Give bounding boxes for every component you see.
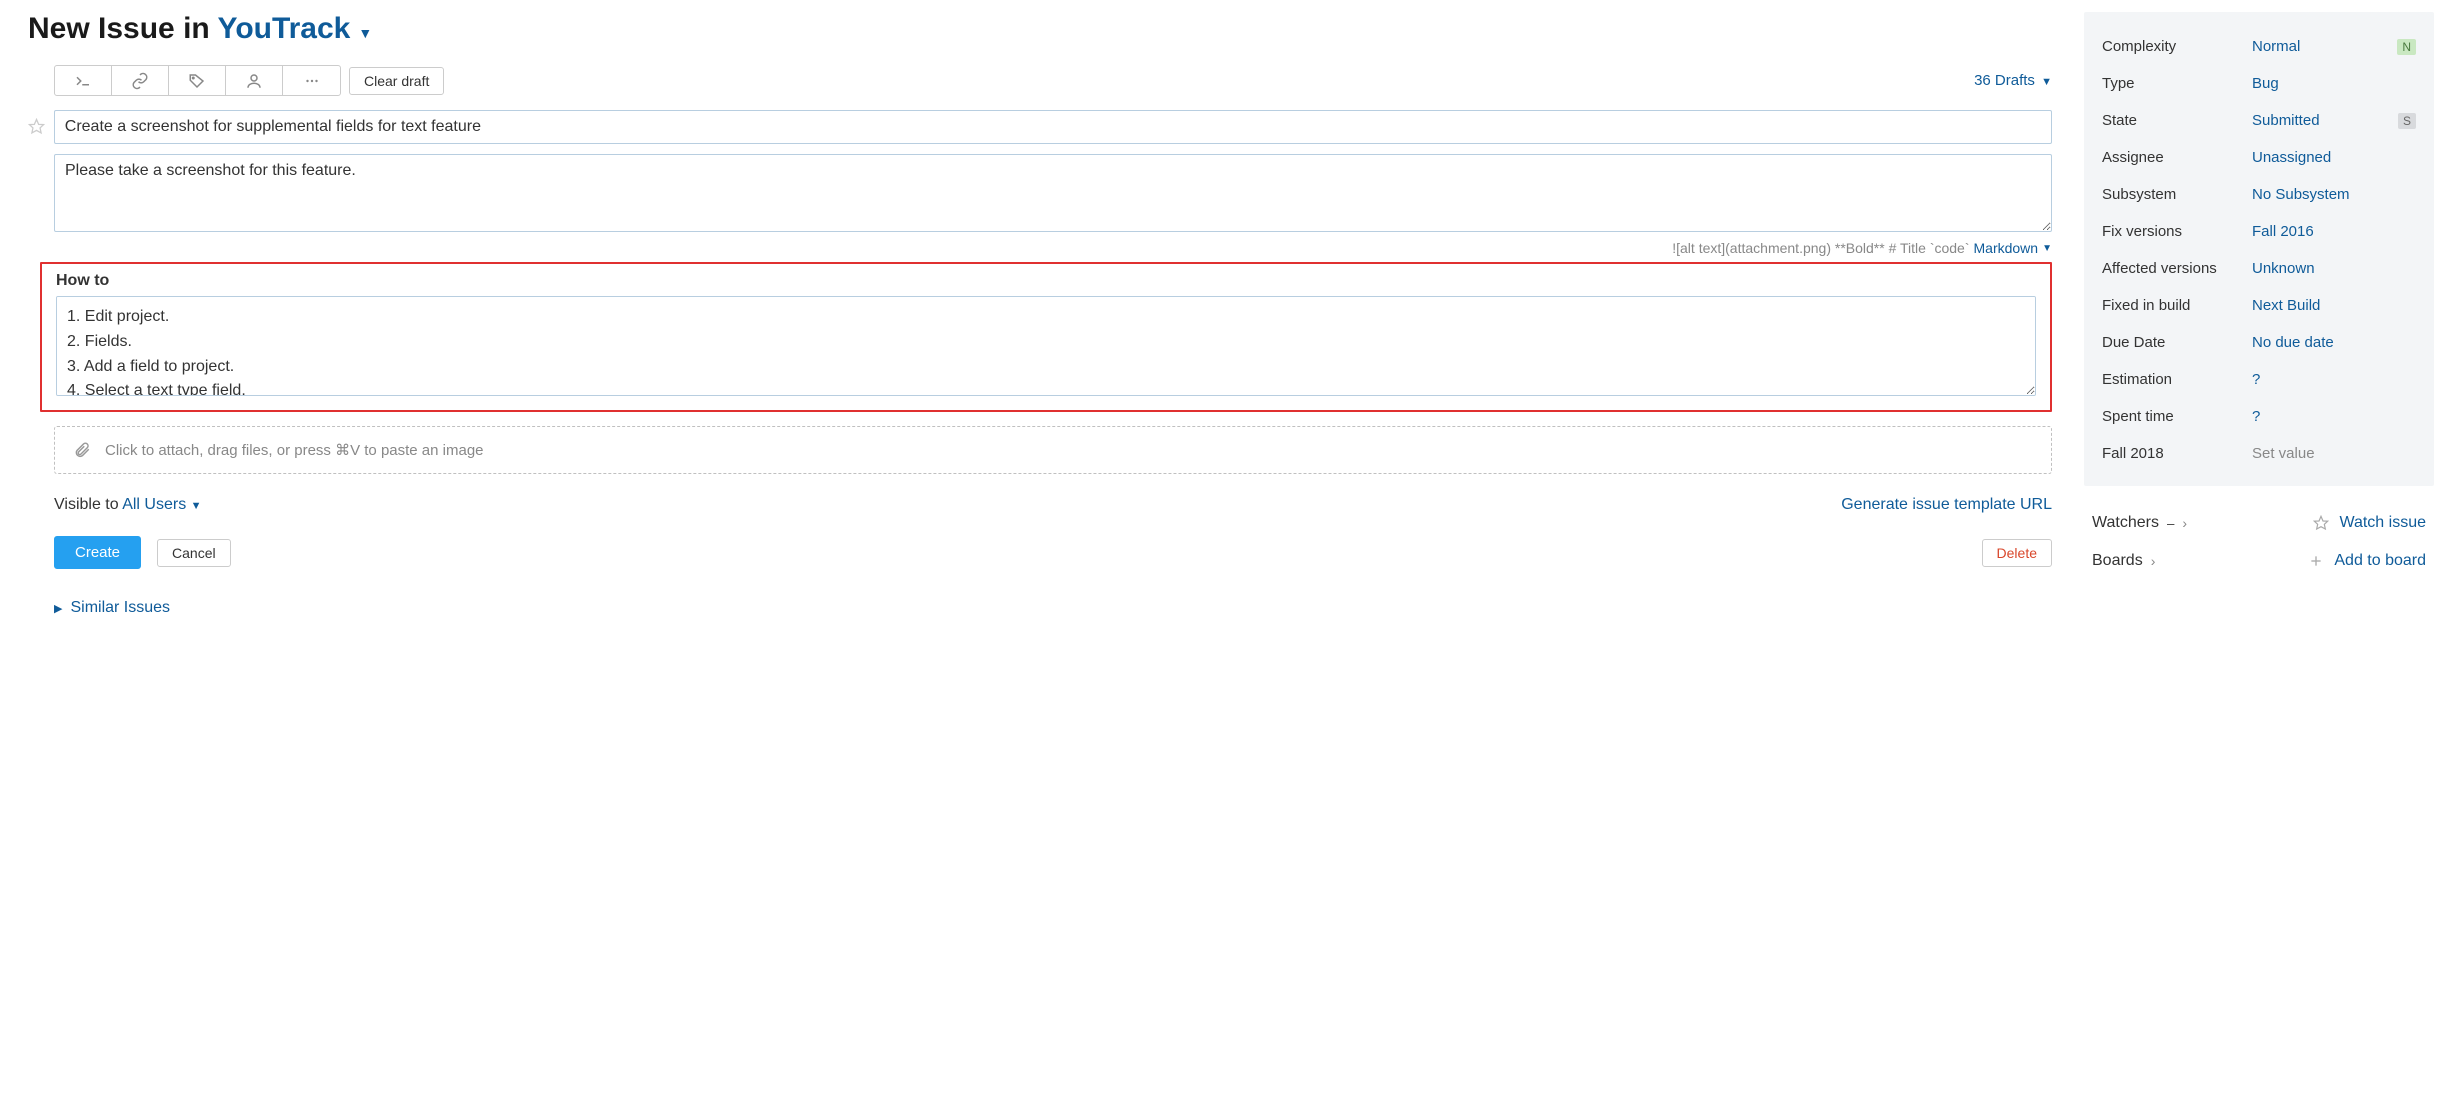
custom-field-row[interactable]: TypeBug [2102, 65, 2416, 102]
project-dropdown-caret[interactable]: ▼ [358, 25, 372, 47]
field-label: Affected versions [2102, 260, 2252, 277]
markdown-hint-row: ![alt text](attachment.png) **Bold** # T… [54, 240, 2052, 256]
field-badge: N [2397, 39, 2416, 55]
field-value[interactable]: Next Build [2252, 297, 2416, 314]
chevron-right-icon: › [2151, 553, 2156, 569]
field-value[interactable]: Unassigned [2252, 149, 2416, 166]
field-badge: S [2398, 113, 2416, 129]
field-label: Complexity [2102, 38, 2252, 55]
custom-field-row[interactable]: Fix versionsFall 2016 [2102, 213, 2416, 250]
field-label: State [2102, 112, 2252, 129]
watchers-label: Watchers [2092, 514, 2159, 532]
chevron-right-icon: › [2182, 515, 2187, 531]
field-value[interactable]: Fall 2016 [2252, 223, 2416, 240]
field-label: Spent time [2102, 408, 2252, 425]
watchers-count: – [2167, 516, 2174, 531]
chevron-down-icon: ▼ [2042, 243, 2052, 254]
custom-field-row[interactable]: AssigneeUnassigned [2102, 139, 2416, 176]
field-label: Estimation [2102, 371, 2252, 388]
field-label: Fall 2018 [2102, 445, 2252, 462]
clear-draft-button[interactable]: Clear draft [349, 67, 444, 95]
tag-icon-button[interactable] [169, 66, 226, 95]
attachment-dropzone[interactable]: Click to attach, drag files, or press ⌘V… [54, 426, 2052, 474]
visibility-label: Visible to [54, 496, 122, 513]
chevron-down-icon: ▼ [191, 500, 202, 512]
field-value[interactable]: Set value [2252, 445, 2416, 462]
paperclip-icon [73, 441, 91, 459]
watch-issue-button[interactable]: Watch issue [2313, 514, 2426, 532]
custom-field-row[interactable]: Spent time? [2102, 398, 2416, 435]
more-icon-button[interactable] [283, 66, 340, 95]
similar-issues-toggle[interactable]: ▶ Similar Issues [54, 599, 2052, 617]
field-label: Assignee [2102, 149, 2252, 166]
custom-field-row[interactable]: Due DateNo due date [2102, 324, 2416, 361]
boards-label: Boards [2092, 552, 2143, 570]
chevron-down-icon: ▼ [2041, 76, 2052, 88]
field-value[interactable]: ? [2252, 371, 2416, 388]
link-icon-button[interactable] [112, 66, 169, 95]
cancel-button[interactable]: Cancel [157, 539, 231, 567]
custom-field-row[interactable]: SubsystemNo Subsystem [2102, 176, 2416, 213]
field-label: Subsystem [2102, 186, 2252, 203]
field-label: Due Date [2102, 334, 2252, 351]
field-label: Fixed in build [2102, 297, 2252, 314]
custom-field-row[interactable]: StateSubmittedS [2102, 102, 2416, 139]
watch-issue-label: Watch issue [2339, 514, 2426, 532]
create-button[interactable]: Create [54, 536, 141, 569]
page-title-row: New Issue in YouTrack ▼ [28, 12, 2052, 47]
watchers-toggle[interactable]: Watchers – › [2092, 514, 2187, 532]
drafts-dropdown[interactable]: 36 Drafts ▼ [1974, 72, 2052, 89]
custom-field-row[interactable]: Fixed in buildNext Build [2102, 287, 2416, 324]
field-value[interactable]: Submitted [2252, 112, 2398, 129]
custom-field-row[interactable]: Affected versionsUnknown [2102, 250, 2416, 287]
custom-field-row[interactable]: Estimation? [2102, 361, 2416, 398]
drafts-count: 36 Drafts [1974, 72, 2035, 89]
attachment-hint: Click to attach, drag files, or press ⌘V… [105, 441, 484, 459]
generate-template-link[interactable]: Generate issue template URL [1841, 496, 2052, 514]
plus-icon [2308, 553, 2324, 569]
custom-field-row[interactable]: ComplexityNormalN [2102, 28, 2416, 65]
field-value[interactable]: Normal [2252, 38, 2397, 55]
command-icon-button[interactable] [55, 66, 112, 95]
title-prefix: New Issue in [28, 12, 218, 45]
field-value[interactable]: ? [2252, 408, 2416, 425]
project-link[interactable]: YouTrack [218, 12, 351, 45]
markdown-toggle[interactable]: Markdown [1974, 240, 2039, 256]
delete-button[interactable]: Delete [1982, 539, 2052, 567]
supplemental-field-input[interactable]: 1. Edit project. 2. Fields. 3. Add a fie… [56, 296, 2036, 396]
add-to-board-label: Add to board [2334, 552, 2426, 570]
triangle-right-icon: ▶ [54, 602, 62, 615]
field-value[interactable]: No Subsystem [2252, 186, 2416, 203]
field-value[interactable]: Bug [2252, 75, 2416, 92]
field-label: Type [2102, 75, 2252, 92]
field-label: Fix versions [2102, 223, 2252, 240]
add-to-board-button[interactable]: Add to board [2308, 552, 2426, 570]
description-input[interactable]: Please take a screenshot for this featur… [54, 154, 2052, 232]
visibility-value: All Users [122, 496, 186, 513]
markdown-hint-text: ![alt text](attachment.png) **Bold** # T… [1672, 240, 1969, 256]
supplemental-field-highlight: How to 1. Edit project. 2. Fields. 3. Ad… [40, 262, 2052, 412]
star-icon[interactable] [28, 110, 46, 139]
toolbar-button-group [54, 65, 341, 96]
boards-toggle[interactable]: Boards › [2092, 552, 2155, 570]
visibility-control[interactable]: Visible to All Users ▼ [54, 496, 202, 514]
custom-fields-panel: ComplexityNormalNTypeBugStateSubmittedSA… [2084, 12, 2434, 486]
field-value[interactable]: No due date [2252, 334, 2416, 351]
user-icon-button[interactable] [226, 66, 283, 95]
field-value[interactable]: Unknown [2252, 260, 2416, 277]
summary-input[interactable] [54, 110, 2052, 144]
page-title: New Issue in YouTrack [28, 12, 350, 46]
custom-field-row[interactable]: Fall 2018Set value [2102, 435, 2416, 472]
similar-issues-label: Similar Issues [70, 599, 170, 617]
supplemental-field-label: How to [56, 272, 2036, 290]
star-icon [2313, 515, 2329, 531]
